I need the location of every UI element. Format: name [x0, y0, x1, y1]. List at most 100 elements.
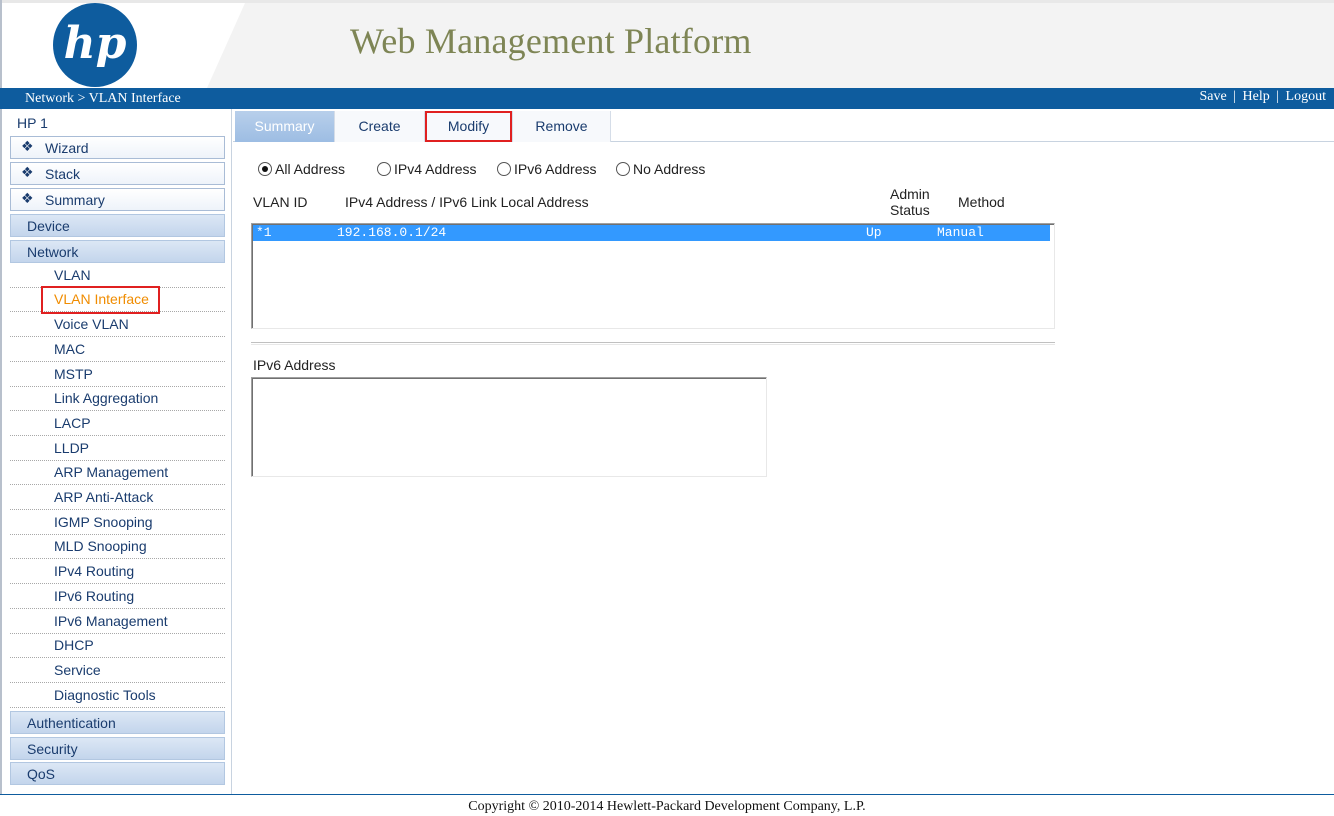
radio-no-address[interactable]: No Address — [616, 161, 705, 177]
sidebar-item-summary[interactable]: ❖ Summary — [10, 188, 225, 211]
column-header-status: Status — [890, 202, 930, 218]
sidebar-item-label: DHCP — [54, 637, 94, 653]
sidebar-item-arp-anti-attack[interactable]: ARP Anti-Attack — [10, 486, 225, 510]
sidebar-section-security[interactable]: Security — [10, 737, 225, 760]
sidebar-item-label: Voice VLAN — [54, 316, 129, 332]
sidebar-section-qos[interactable]: QoS — [10, 762, 225, 785]
sidebar-item-ipv6-routing[interactable]: IPv6 Routing — [10, 585, 225, 609]
sidebar-item-label: Link Aggregation — [54, 390, 159, 406]
sidebar-item-label: IPv6 Management — [54, 613, 168, 629]
sidebar-item-ipv4-routing[interactable]: IPv4 Routing — [10, 560, 225, 584]
sidebar-item-label: Summary — [45, 192, 105, 208]
sidebar-item-label: Diagnostic Tools — [54, 687, 156, 703]
sidebar-item-ipv6-management[interactable]: IPv6 Management — [10, 610, 225, 634]
highlight-box — [41, 286, 160, 314]
diamond-bullet-icon: ❖ — [21, 190, 34, 206]
tab-remove[interactable]: Remove — [513, 111, 611, 142]
diamond-bullet-icon: ❖ — [21, 164, 34, 180]
column-header-vlan-id: VLAN ID — [253, 194, 308, 210]
radio-ipv4-address[interactable]: IPv4 Address — [377, 161, 477, 177]
sidebar-item-label: IPv4 Routing — [54, 563, 135, 579]
sidebar-item-label: ARP Management — [54, 464, 169, 480]
logout-link[interactable]: Logout — [1286, 89, 1326, 104]
section-divider — [251, 342, 1055, 345]
help-link[interactable]: Help — [1243, 89, 1270, 104]
sidebar-item-lacp[interactable]: LACP — [10, 412, 225, 436]
app-title: Web Management Platform — [350, 21, 752, 61]
save-link[interactable]: Save — [1199, 89, 1226, 104]
sidebar-item-stack[interactable]: ❖ Stack — [10, 162, 225, 185]
radio-label: IPv6 Address — [514, 161, 597, 177]
sidebar-item-label: Service — [54, 662, 101, 678]
column-header-admin: Admin — [890, 186, 930, 202]
sidebar-item-label: MAC — [54, 341, 86, 357]
link-separator: | — [1276, 89, 1280, 104]
sidebar-item-igmp-snooping[interactable]: IGMP Snooping — [10, 511, 225, 535]
radio-all-address[interactable]: All Address — [258, 161, 345, 177]
sidebar-item-label: MLD Snooping — [54, 538, 147, 554]
ipv6-address-list[interactable] — [251, 377, 767, 477]
sidebar-item-link-aggregation[interactable]: Link Aggregation — [10, 387, 225, 411]
sidebar-item-label: LLDP — [54, 440, 90, 456]
top-links: Save | Help | Logout — [1199, 89, 1326, 105]
sidebar-item-dhcp[interactable]: DHCP — [10, 634, 225, 658]
row-method: Manual — [937, 225, 984, 240]
sidebar: HP 1 ❖ Wizard ❖ Stack ❖ Summary Device N… — [0, 109, 232, 794]
radio-label: All Address — [275, 161, 346, 177]
sidebar-item-diagnostic-tools[interactable]: Diagnostic Tools — [10, 684, 225, 708]
sidebar-item-vlan[interactable]: VLAN — [10, 264, 225, 288]
sidebar-item-wizard[interactable]: ❖ Wizard — [10, 136, 225, 159]
sidebar-item-voice-vlan[interactable]: Voice VLAN — [10, 313, 225, 337]
sidebar-section-network[interactable]: Network — [10, 240, 225, 263]
sidebar-section-device[interactable]: Device — [10, 214, 225, 237]
tab-create[interactable]: Create — [335, 111, 425, 142]
page-footer: Copyright © 2010-2014 Hewlett-Packard De… — [0, 794, 1334, 816]
sidebar-item-label: Wizard — [45, 140, 89, 156]
sidebar-section-label: Authentication — [27, 715, 116, 731]
sidebar-item-service[interactable]: Service — [10, 659, 225, 683]
breadcrumb: Network > VLAN Interface — [25, 91, 181, 106]
sidebar-item-label: Stack — [45, 166, 81, 182]
copyright-text: Copyright © 2010-2014 Hewlett-Packard De… — [468, 799, 866, 814]
sidebar-item-mac[interactable]: MAC — [10, 338, 225, 362]
sidebar-section-label: Security — [27, 741, 78, 757]
highlight-box — [425, 111, 512, 142]
column-header-method: Method — [958, 194, 1005, 210]
sidebar-item-label: MSTP — [54, 366, 93, 382]
page-header: hp Web Management Platform — [0, 0, 1334, 88]
sidebar-item-lldp[interactable]: LLDP — [10, 437, 225, 461]
ipv6-address-label: IPv6 Address — [253, 357, 336, 373]
breadcrumb-bar: Network > VLAN Interface Save | Help | L… — [0, 88, 1334, 109]
list-row-selected[interactable]: *1 192.168.0.1/24 Up Manual — [253, 225, 1050, 241]
row-address: 192.168.0.1/24 — [337, 225, 447, 240]
sidebar-item-label: LACP — [54, 415, 91, 431]
sidebar-item-label: ARP Anti-Attack — [54, 489, 154, 505]
tab-summary[interactable]: Summary — [235, 111, 335, 142]
top-strip — [2, 0, 1334, 3]
vlan-interface-list[interactable]: *1 192.168.0.1/24 Up Manual — [251, 223, 1055, 329]
radio-icon — [616, 162, 630, 176]
sidebar-section-label: QoS — [27, 766, 56, 782]
radio-icon — [497, 162, 511, 176]
sidebar-item-mld-snooping[interactable]: MLD Snooping — [10, 535, 225, 559]
sidebar-item-arp-management[interactable]: ARP Management — [10, 461, 225, 485]
sidebar-item-label: IGMP Snooping — [54, 514, 153, 530]
radio-label: No Address — [633, 161, 706, 177]
sidebar-section-label: Network — [27, 244, 79, 260]
sidebar-section-authentication[interactable]: Authentication — [10, 711, 225, 734]
radio-ipv6-address[interactable]: IPv6 Address — [497, 161, 597, 177]
tab-bar: Summary Create Modify Remove — [233, 111, 1334, 142]
diamond-bullet-icon: ❖ — [21, 138, 34, 154]
radio-label: IPv4 Address — [394, 161, 477, 177]
link-separator: | — [1233, 89, 1237, 104]
row-vlan-id: *1 — [256, 225, 272, 240]
svg-text:hp: hp — [64, 18, 127, 69]
main-content: Summary Create Modify Remove All Address… — [233, 109, 1334, 794]
row-status: Up — [866, 225, 882, 240]
tab-modify[interactable]: Modify — [425, 111, 513, 142]
radio-selected-icon — [258, 162, 272, 176]
device-name[interactable]: HP 1 — [17, 115, 48, 131]
sidebar-item-vlan-interface[interactable]: VLAN Interface — [10, 286, 225, 314]
sidebar-item-mstp[interactable]: MSTP — [10, 363, 225, 387]
radio-icon — [377, 162, 391, 176]
